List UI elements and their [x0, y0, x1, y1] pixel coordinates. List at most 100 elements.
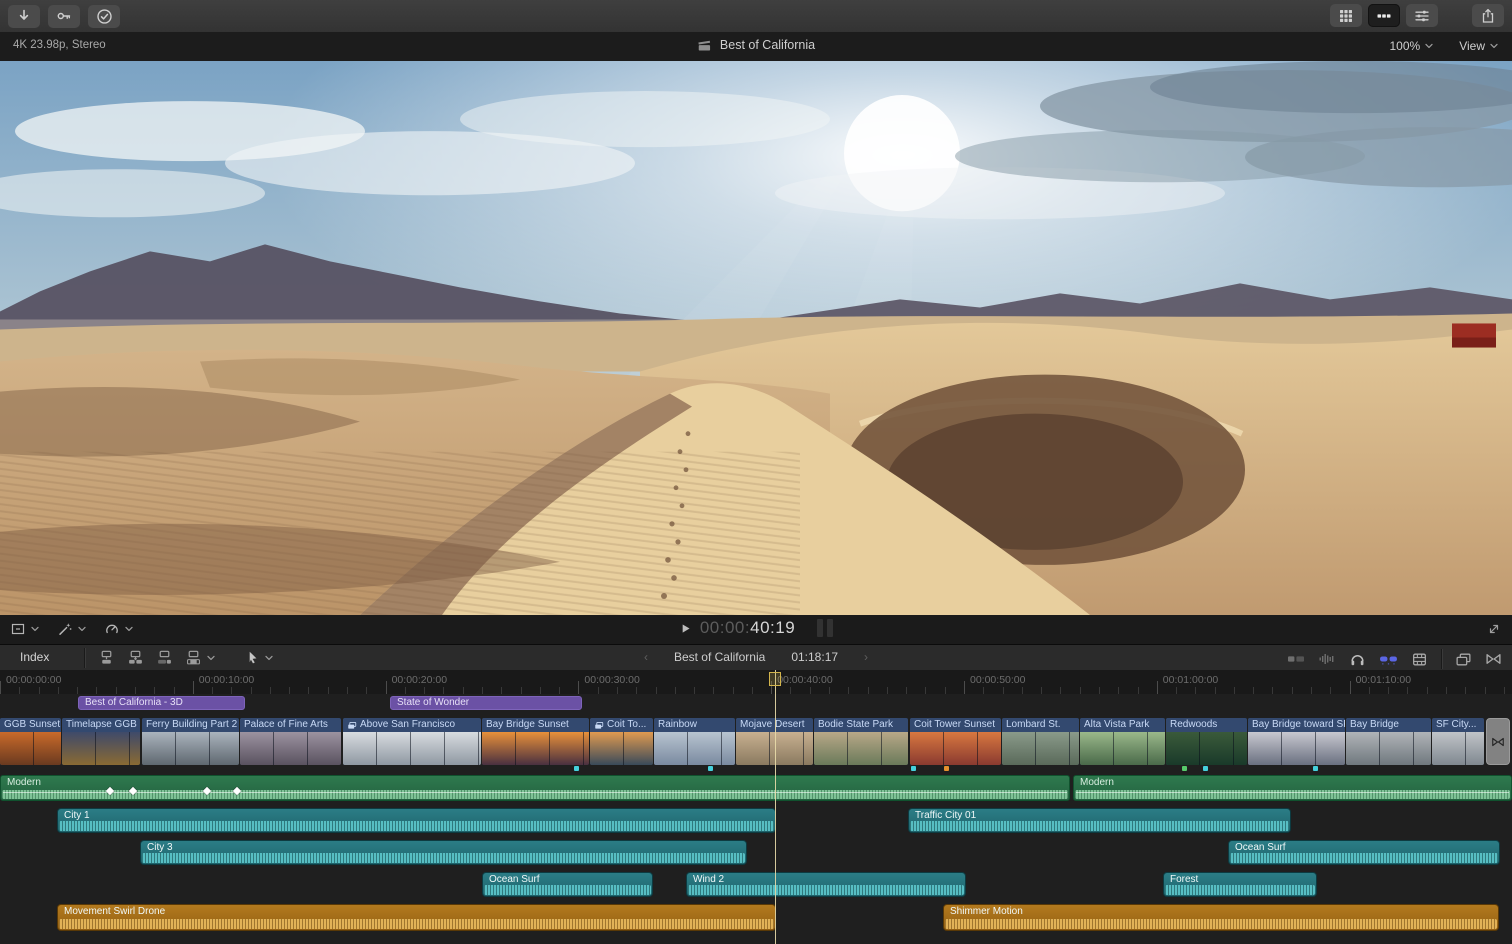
ruler-timecode-label: 00:00:20:00	[392, 674, 447, 686]
audio-clip[interactable]: City 3	[140, 840, 747, 865]
transitions-browser-button[interactable]	[1485, 652, 1502, 666]
audio-meters[interactable]	[817, 619, 833, 637]
duplicate-button[interactable]	[1455, 652, 1472, 667]
video-clip-name: Alta Vista Park	[1080, 718, 1165, 732]
video-clip-thumbnail	[1432, 732, 1484, 765]
video-clip-thumbnail	[0, 732, 61, 765]
audio-clip[interactable]: Forest	[1163, 872, 1317, 897]
video-clip-name: Bay Bridge toward SF	[1248, 718, 1345, 732]
video-clip[interactable]: Bay Bridge	[1346, 718, 1431, 765]
next-project-button[interactable]: ›	[864, 650, 868, 664]
duplicate-icon	[1457, 654, 1470, 665]
video-clip-name: Rainbow	[654, 718, 735, 732]
clip-appearance-button[interactable]	[1287, 652, 1305, 666]
skimming-button[interactable]	[1379, 652, 1398, 666]
timeline-ruler[interactable]: 00:00:00:0000:00:10:0000:00:20:0000:00:3…	[0, 670, 1512, 695]
audio-clip[interactable]: Ocean Surf	[1228, 840, 1500, 865]
clip-marker[interactable]	[944, 766, 949, 771]
browser-grid-button[interactable]	[1330, 4, 1362, 27]
timeline-view-button[interactable]	[1411, 651, 1428, 668]
viewer-view-dropdown[interactable]: View	[1459, 39, 1498, 53]
video-clip[interactable]: Above San Francisco	[343, 718, 481, 765]
video-clip[interactable]: Alta Vista Park	[1080, 718, 1165, 765]
video-clip-thumbnail	[590, 732, 653, 765]
audio-skimming-button[interactable]	[1349, 651, 1366, 668]
timeline-area[interactable]: Best of California - 3D State of Wonder GG…	[0, 694, 1512, 944]
video-clip-thumbnail	[654, 732, 735, 765]
viewer-zoom-dropdown[interactable]: 100%	[1390, 39, 1434, 53]
video-clip[interactable]: Lombard St.	[1002, 718, 1079, 765]
video-clip[interactable]: Timelapse GGB	[62, 718, 140, 765]
chevron-down-icon	[1426, 44, 1432, 47]
video-clip[interactable]: Coit Tower Sunset	[910, 718, 1001, 765]
clip-marker[interactable]	[708, 766, 713, 771]
video-clip[interactable]: Bay Bridge toward SF	[1248, 718, 1345, 765]
music-clip[interactable]: Modern	[1073, 775, 1512, 801]
video-clip-thumbnail	[1002, 732, 1079, 765]
audio-clip[interactable]: City 1	[57, 808, 776, 833]
video-clip-name: Lombard St.	[1002, 718, 1079, 732]
volume-automation-line[interactable]	[1076, 792, 1509, 793]
video-clip[interactable]: Palace of Fine Arts	[240, 718, 341, 765]
viewer-info-bar: 4K 23.98p, Stereo Best of California 100…	[0, 32, 1512, 62]
audio-clip[interactable]: Shimmer Motion	[943, 904, 1499, 931]
ruler-timecode-label: 00:00:50:00	[970, 674, 1025, 686]
import-button[interactable]	[8, 5, 40, 28]
video-clip-thumbnail	[1248, 732, 1345, 765]
video-clip[interactable]: Bodie State Park	[814, 718, 908, 765]
audio-waveform	[1230, 853, 1498, 863]
browser-filmstrip-button[interactable]	[1368, 4, 1400, 27]
playhead[interactable]	[775, 670, 776, 944]
play-button[interactable]	[679, 622, 692, 635]
clip-marker[interactable]	[574, 766, 579, 771]
video-clip[interactable]: Rainbow	[654, 718, 735, 765]
clip-marker[interactable]	[1313, 766, 1318, 771]
headphones-icon	[1352, 655, 1364, 664]
video-clip[interactable]: Ferry Building Part 2	[142, 718, 239, 765]
audio-waveform-button[interactable]	[1318, 652, 1336, 666]
music-clip-name: Modern	[1, 776, 1069, 789]
clip-appearance-icon	[1288, 656, 1304, 661]
audio-clip[interactable]: Wind 2	[686, 872, 966, 897]
video-clip[interactable]: GGB Sunset	[0, 718, 61, 765]
video-clip-name: GGB Sunset	[0, 718, 61, 732]
video-clip[interactable]: SF City...	[1432, 718, 1484, 765]
volume-automation-line[interactable]	[3, 792, 1067, 793]
video-clip[interactable]: Coit To...	[590, 718, 653, 765]
clip-marker[interactable]	[911, 766, 916, 771]
music-clip[interactable]: Modern	[0, 775, 1070, 801]
video-clip[interactable]: Redwoods	[1166, 718, 1247, 765]
key-icon	[58, 14, 69, 19]
clip-marker[interactable]	[1203, 766, 1208, 771]
audio-clip[interactable]: Ocean Surf	[482, 872, 653, 897]
play-icon	[683, 624, 690, 632]
expand-icon	[1491, 626, 1498, 633]
playhead-handle[interactable]	[769, 672, 781, 686]
title-clip[interactable]: Best of California - 3D	[78, 696, 245, 710]
transport-bar: 00:00:40:19	[0, 615, 1512, 645]
expand-viewer-button[interactable]	[1486, 621, 1502, 637]
video-clip-thumbnail	[62, 732, 140, 765]
music-clip-name: Modern	[1074, 776, 1511, 789]
audio-waveform	[484, 885, 651, 895]
video-clip-thumbnail	[142, 732, 239, 765]
transition-clip[interactable]	[1486, 718, 1510, 765]
multicam-icon	[594, 721, 604, 730]
ruler-timecode-label: 00:00:00:00	[6, 674, 61, 686]
background-tasks-button[interactable]	[88, 5, 120, 28]
clip-marker[interactable]	[1182, 766, 1187, 771]
video-clip[interactable]: Bay Bridge Sunset	[482, 718, 589, 765]
video-clip-thumbnail	[1346, 732, 1431, 765]
share-button[interactable]	[1472, 4, 1504, 27]
audio-clip[interactable]: Movement Swirl Drone	[57, 904, 776, 931]
previous-project-button[interactable]: ‹	[644, 650, 648, 664]
audio-waveform	[59, 821, 774, 831]
video-clip-name: Coit Tower Sunset	[910, 718, 1001, 732]
bowtie-transition-icon	[1487, 655, 1500, 664]
keywords-button[interactable]	[48, 5, 80, 28]
title-clip[interactable]: State of Wonder	[390, 696, 582, 710]
inspector-button[interactable]	[1406, 4, 1438, 27]
waveform-icon	[1320, 654, 1334, 664]
audio-clip[interactable]: Traffic City 01	[908, 808, 1291, 833]
video-clip-thumbnail	[1166, 732, 1247, 765]
